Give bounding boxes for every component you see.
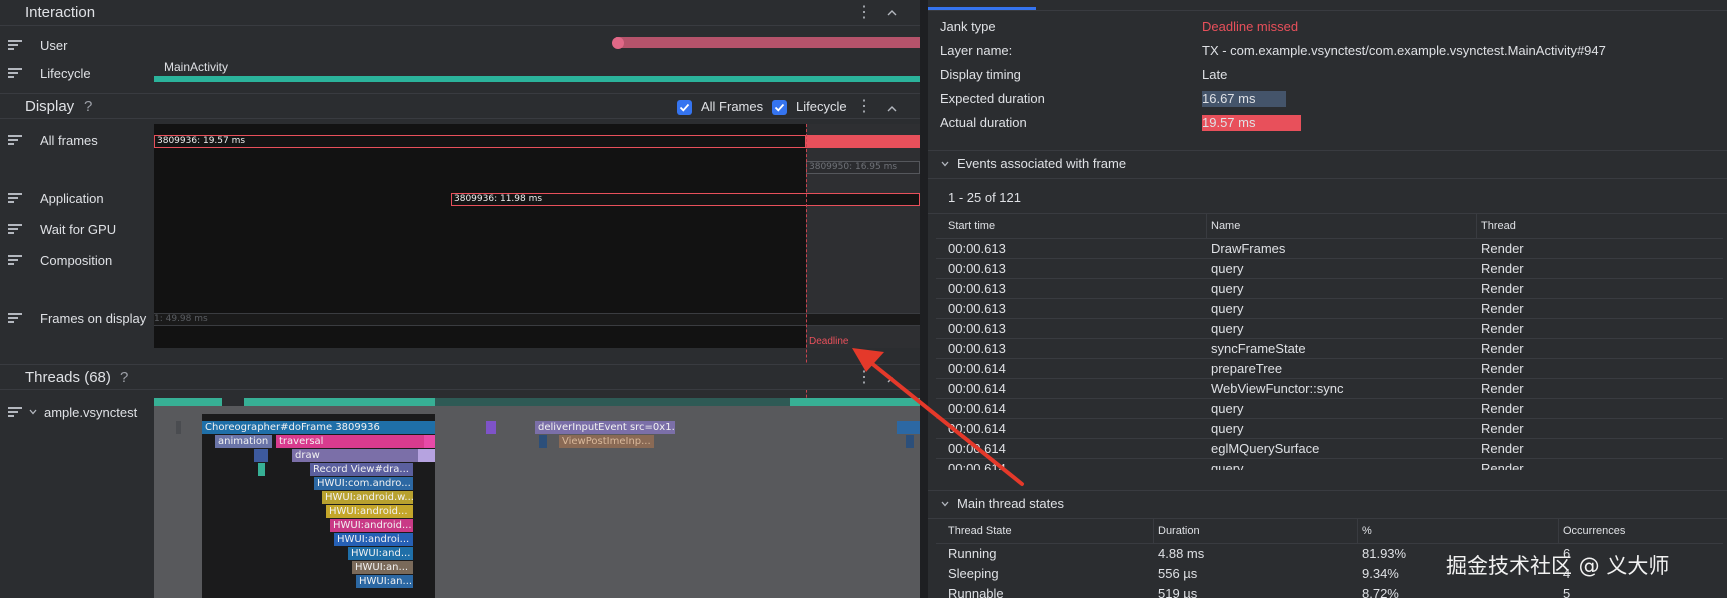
annotation-arrow — [852, 348, 1024, 486]
